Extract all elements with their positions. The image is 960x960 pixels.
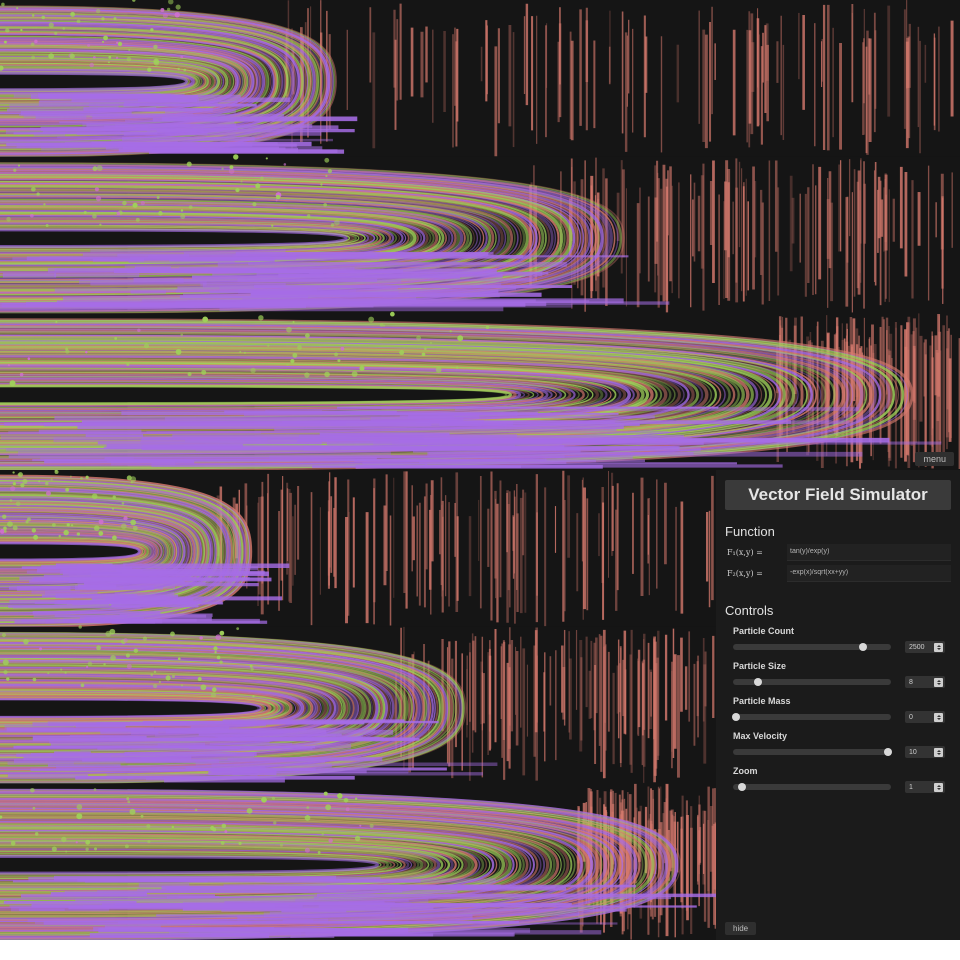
f1-label: F₁(x,y) =	[727, 547, 763, 557]
control-particle-mass: Particle Mass 0	[732, 696, 960, 723]
slider-thumb[interactable]	[754, 678, 763, 686]
slider-thumb[interactable]	[883, 748, 892, 756]
f2-row: F₂(x,y) =	[725, 564, 951, 582]
slider-thumb[interactable]	[858, 643, 867, 651]
control-particle-count: Particle Count 2500	[733, 626, 960, 653]
spinner-icon[interactable]	[934, 677, 943, 687]
spinner-icon[interactable]	[934, 712, 943, 722]
trail-band	[0, 625, 716, 785]
vector-field-canvas-secondary[interactable]	[0, 470, 716, 940]
zoom-slider[interactable]	[733, 783, 891, 791]
controls-section-title: Controls	[725, 603, 774, 618]
zoom-value: 1	[909, 783, 913, 791]
trail-band	[0, 470, 716, 629]
app-title: Vector Field Simulator	[725, 480, 951, 510]
trail-band	[0, 783, 716, 940]
slider-thumb[interactable]	[732, 713, 741, 721]
slider-thumb[interactable]	[738, 783, 747, 791]
zoom-label: Zoom	[733, 766, 758, 776]
f1-input[interactable]	[787, 543, 951, 561]
particle-mass-value: 0	[909, 713, 913, 721]
particle-trails-main	[0, 0, 960, 470]
trail-band	[0, 0, 960, 158]
vector-field-canvas-main[interactable]: menu	[0, 0, 960, 470]
settings-panel: Vector Field Simulator Function F₁(x,y) …	[716, 470, 960, 940]
particle-mass-input[interactable]: 0	[905, 711, 945, 723]
f1-row: F₁(x,y) =	[725, 543, 951, 561]
function-section-title: Function	[725, 524, 775, 539]
spinner-icon[interactable]	[934, 747, 943, 757]
trail-band	[0, 154, 960, 315]
particle-mass-label: Particle Mass	[733, 696, 791, 706]
particle-size-value: 8	[909, 678, 913, 686]
max-velocity-input[interactable]: 10	[905, 746, 945, 758]
menu-button[interactable]: menu	[915, 452, 954, 466]
max-velocity-value: 10	[909, 748, 917, 756]
particle-size-label: Particle Size	[733, 661, 787, 671]
particle-trails-secondary	[0, 470, 716, 940]
f2-label: F₂(x,y) =	[727, 568, 763, 578]
control-zoom: Zoom 1	[733, 766, 960, 793]
control-max-velocity: Max Velocity 10	[733, 731, 960, 758]
spinner-icon[interactable]	[934, 642, 943, 652]
particle-count-label: Particle Count	[733, 626, 795, 636]
particle-size-input[interactable]: 8	[905, 676, 945, 688]
particle-count-value: 2500	[909, 643, 925, 651]
particle-count-input[interactable]: 2500	[905, 641, 945, 653]
particle-size-slider[interactable]	[733, 678, 891, 686]
max-velocity-label: Max Velocity	[733, 731, 788, 741]
control-particle-size: Particle Size 8	[733, 661, 960, 688]
particle-count-slider[interactable]	[733, 643, 891, 651]
hide-button[interactable]: hide	[725, 922, 757, 935]
f2-input[interactable]	[787, 564, 951, 582]
trail-band	[0, 311, 960, 470]
zoom-input[interactable]: 1	[905, 781, 945, 793]
particle-mass-slider[interactable]	[732, 713, 891, 721]
max-velocity-slider[interactable]	[733, 748, 892, 756]
spinner-icon[interactable]	[934, 782, 943, 792]
